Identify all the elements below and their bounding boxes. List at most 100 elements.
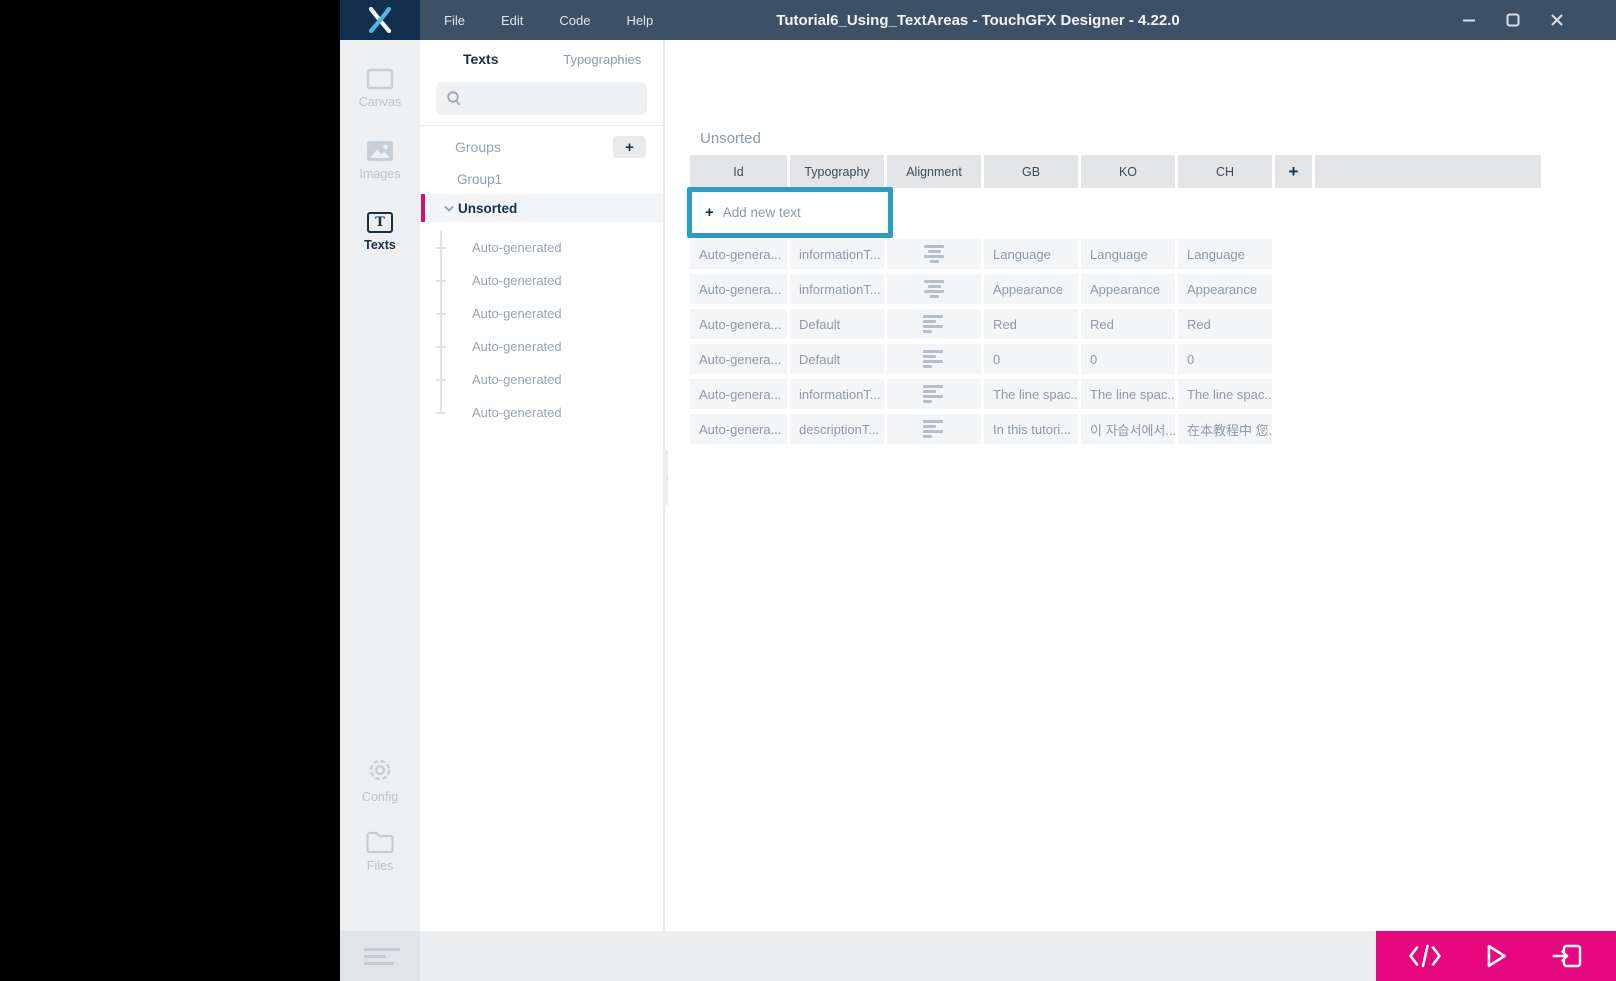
tree-item[interactable]: Auto-generated [420,363,663,396]
menu-help[interactable]: Help [612,7,667,34]
cell-ko[interactable]: The line spac... [1081,379,1175,409]
search-icon [446,90,462,107]
cell-typography[interactable]: Default [790,344,884,374]
col-header-alignment[interactable]: Alignment [887,155,981,188]
group-label: Unsorted [458,201,517,216]
group-item-unsorted[interactable]: Unsorted [420,194,663,222]
sidebar-item-texts[interactable]: T Texts [340,196,420,268]
logo-x-icon [364,7,396,33]
cell-alignment[interactable] [887,309,981,339]
cell-ch[interactable]: 在本教程中 您... [1178,414,1272,444]
col-header-ch[interactable]: CH [1178,155,1272,188]
cell-gb[interactable]: Language [984,239,1078,269]
panel-tabs: Texts Typographies [420,40,663,78]
tree-tick [436,412,446,414]
sidebar-item-files[interactable]: Files [340,815,420,887]
menu-file[interactable]: File [430,7,479,34]
tab-texts[interactable]: Texts [420,51,542,67]
add-new-text-button[interactable]: + Add new text [687,187,893,238]
cell-ch[interactable]: Red [1178,309,1272,339]
groups-header: Groups + [420,126,663,164]
cell-gb[interactable]: 0 [984,344,1078,374]
tree-item[interactable]: Auto-generated [420,297,663,330]
col-header-ko[interactable]: KO [1081,155,1175,188]
gear-icon [365,755,395,785]
tab-typographies[interactable]: Typographies [542,52,664,67]
tree-item[interactable]: Auto-generated [420,264,663,297]
cell-id[interactable]: Auto-genera... [690,414,787,444]
col-header-id[interactable]: Id [690,155,787,188]
cell-gb[interactable]: Appearance [984,274,1078,304]
generate-code-button[interactable] [1402,936,1448,976]
play-icon [1483,943,1509,969]
maximize-button[interactable] [1498,5,1528,35]
cell-ko[interactable]: Red [1081,309,1175,339]
add-new-text-label: Add new text [723,205,801,220]
text-align-icon [923,350,945,368]
close-button[interactable] [1542,5,1572,35]
selection-bar [421,194,425,222]
log-toggle-button[interactable] [340,931,420,981]
col-header-typography[interactable]: Typography [790,155,884,188]
tree-item-label: Auto-generated [472,306,562,321]
sidebar-item-images[interactable]: Images [340,124,420,196]
group-item-group1[interactable]: Group1 [420,164,663,194]
cell-id[interactable]: Auto-genera... [690,309,787,339]
add-language-button[interactable]: + [1275,155,1312,188]
close-icon [1549,12,1565,28]
cell-ch[interactable]: 0 [1178,344,1272,374]
cell-alignment[interactable] [887,414,981,444]
section-title: Unsorted [700,130,761,147]
cell-id[interactable]: Auto-genera... [690,344,787,374]
tree-item[interactable]: Auto-generated [420,231,663,264]
cell-ko[interactable]: 이 자습서에서... [1081,414,1175,444]
cell-typography[interactable]: informationT... [790,239,884,269]
text-align-icon [923,315,945,333]
cell-gb[interactable]: In this tutori... [984,414,1078,444]
cell-alignment[interactable] [887,239,981,269]
run-simulator-button[interactable] [1473,936,1519,976]
texts-icon: T [367,212,393,233]
cell-typography[interactable]: Default [790,309,884,339]
minimize-button[interactable] [1454,5,1484,35]
table-row[interactable]: Auto-genera... informationT... Language … [690,239,1541,269]
tree-item[interactable]: Auto-generated [420,330,663,363]
run-target-button[interactable] [1544,936,1590,976]
cell-id[interactable]: Auto-genera... [690,379,787,409]
cell-ko[interactable]: Appearance [1081,274,1175,304]
search-input[interactable] [469,91,639,106]
cell-ko[interactable]: Language [1081,239,1175,269]
tree-item[interactable]: Auto-generated [420,396,663,429]
table-header: Id Typography Alignment GB KO CH + [690,155,1541,188]
minimize-icon [1461,12,1477,28]
sidebar-item-config[interactable]: Config [340,743,420,815]
action-bar [1376,931,1616,981]
col-header-gb[interactable]: GB [984,155,1078,188]
main-content: Unsorted Id Typography Alignment GB KO C… [668,40,1616,931]
menu-code[interactable]: Code [545,7,604,34]
cell-id[interactable]: Auto-genera... [690,274,787,304]
table-row[interactable]: Auto-genera... Default Red Red Red [690,309,1541,339]
table-row[interactable]: Auto-genera... Default 0 0 0 [690,344,1541,374]
cell-ch[interactable]: Language [1178,239,1272,269]
cell-alignment[interactable] [887,274,981,304]
cell-typography[interactable]: informationT... [790,274,884,304]
menu-edit[interactable]: Edit [487,7,537,34]
cell-alignment[interactable] [887,379,981,409]
cell-ko[interactable]: 0 [1081,344,1175,374]
cell-gb[interactable]: The line spac... [984,379,1078,409]
cell-gb[interactable]: Red [984,309,1078,339]
cell-ch[interactable]: The line spac... [1178,379,1272,409]
cell-typography[interactable]: informationT... [790,379,884,409]
table-row[interactable]: Auto-genera... informationT... The line … [690,379,1541,409]
cell-ch[interactable]: Appearance [1178,274,1272,304]
cell-alignment[interactable] [887,344,981,374]
table-row[interactable]: Auto-genera... informationT... Appearanc… [690,274,1541,304]
sidebar-item-canvas[interactable]: Canvas [340,52,420,124]
search-box[interactable] [436,82,647,115]
cell-typography[interactable]: descriptionT... [790,414,884,444]
text-align-icon [923,245,945,263]
cell-id[interactable]: Auto-genera... [690,239,787,269]
table-row[interactable]: Auto-genera... descriptionT... In this t… [690,414,1541,444]
add-group-button[interactable]: + [613,136,646,158]
